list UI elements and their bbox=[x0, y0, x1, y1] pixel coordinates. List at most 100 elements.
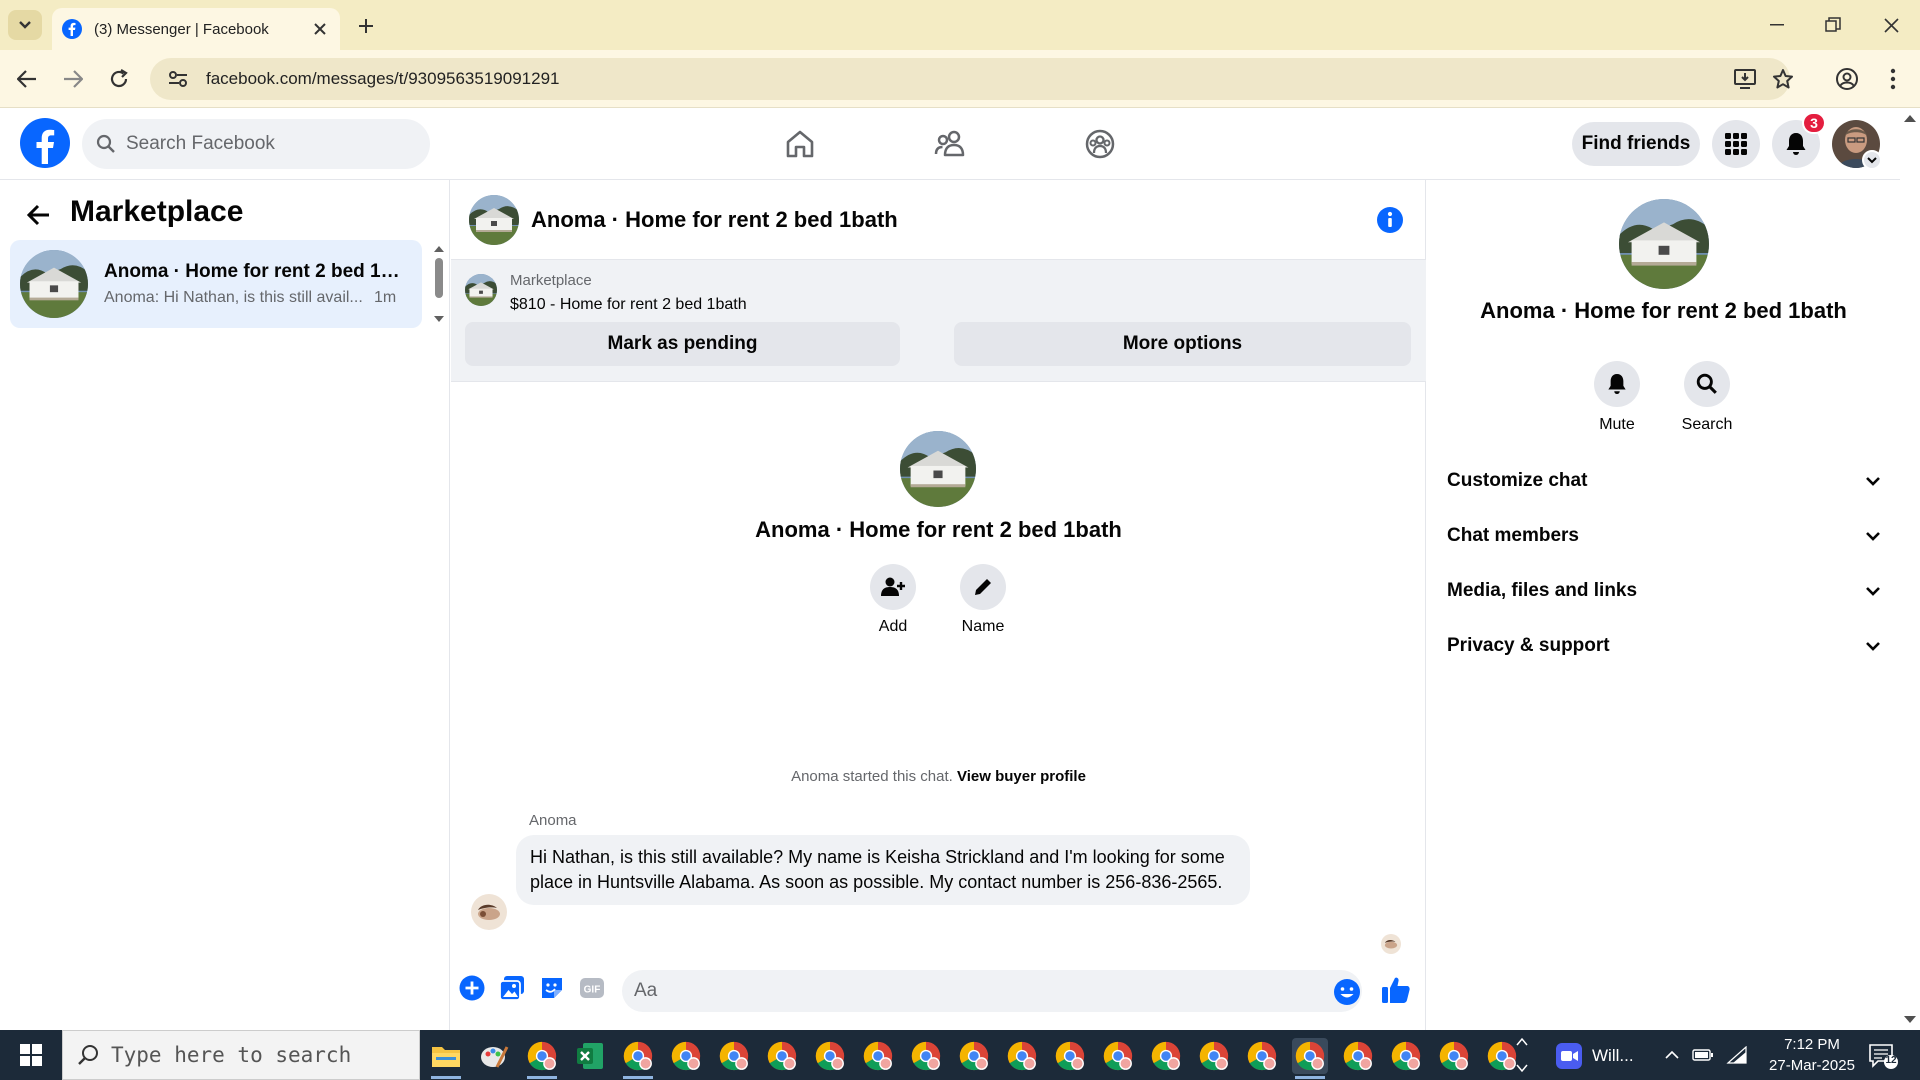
chevron-up-icon[interactable] bbox=[1664, 1050, 1680, 1060]
message-bubble[interactable]: Hi Nathan, is this still available? My n… bbox=[516, 835, 1250, 905]
site-info-button[interactable] bbox=[164, 65, 192, 93]
file-explorer-app[interactable] bbox=[428, 1038, 464, 1074]
close-window-button[interactable] bbox=[1876, 12, 1906, 38]
message-input[interactable] bbox=[622, 970, 1362, 1012]
info-icon[interactable] bbox=[1376, 206, 1404, 234]
row-label: Chat members bbox=[1447, 525, 1579, 546]
battery-icon[interactable] bbox=[1692, 1048, 1714, 1062]
chrome-window-12[interactable] bbox=[1148, 1038, 1184, 1074]
search-in-conversation-button[interactable]: Search bbox=[1667, 361, 1747, 434]
chat-title[interactable]: Anoma · Home for rent 2 bed 1bath bbox=[531, 207, 898, 233]
thumbs-up-icon[interactable] bbox=[1380, 974, 1412, 1006]
action-center-button[interactable]: 12 bbox=[1868, 1042, 1898, 1070]
clock-time: 7:12 PM bbox=[1784, 1036, 1840, 1053]
taskbar-clock[interactable]: 7:12 PM 27-Mar-2025 bbox=[1752, 1034, 1872, 1076]
url-text[interactable]: facebook.com/messages/t/9309563519091291 bbox=[206, 69, 559, 89]
edit-name-button[interactable]: Name bbox=[943, 564, 1023, 636]
taskbar-search[interactable]: Type here to search bbox=[62, 1030, 420, 1080]
view-buyer-profile-link[interactable]: View buyer profile bbox=[957, 768, 1086, 785]
forward-button[interactable] bbox=[58, 64, 88, 94]
profile-button[interactable] bbox=[1832, 64, 1862, 94]
media-files-links-row[interactable]: Media, files and links bbox=[1447, 569, 1881, 613]
chrome-window-9[interactable] bbox=[1004, 1038, 1040, 1074]
nav-home[interactable] bbox=[778, 122, 822, 166]
address-bar[interactable]: facebook.com/messages/t/9309563519091291 bbox=[150, 58, 1793, 100]
details-name: Anoma · Home for rent 2 bed 1bath bbox=[1480, 298, 1847, 323]
nav-groups[interactable] bbox=[1078, 122, 1122, 166]
chrome-window-4[interactable] bbox=[764, 1038, 800, 1074]
wifi-icon[interactable] bbox=[1726, 1046, 1748, 1064]
zoom-taskbar-app[interactable]: Will... bbox=[1556, 1038, 1634, 1074]
chrome-window-15[interactable] bbox=[1340, 1038, 1376, 1074]
row-label: Privacy & support bbox=[1447, 635, 1610, 656]
chrome-window-active[interactable] bbox=[1292, 1038, 1328, 1074]
intro-name: Anoma · Home for rent 2 bed 1bath bbox=[755, 517, 1122, 542]
chevron-down-icon bbox=[1867, 156, 1877, 163]
gif-button[interactable]: GIF bbox=[577, 973, 607, 1003]
page-scrollbar[interactable] bbox=[1900, 108, 1920, 1030]
nav-friends[interactable] bbox=[929, 122, 973, 166]
running-indicator bbox=[1295, 1076, 1325, 1079]
chrome-window-5[interactable] bbox=[812, 1038, 848, 1074]
excel-app[interactable] bbox=[572, 1038, 608, 1074]
chrome-window-3[interactable] bbox=[716, 1038, 752, 1074]
chrome-window-17[interactable] bbox=[1436, 1038, 1472, 1074]
find-friends-button[interactable]: Find friends bbox=[1572, 122, 1700, 166]
more-actions-button[interactable] bbox=[457, 973, 487, 1003]
message-sender-name: Anoma bbox=[529, 812, 577, 829]
tab-search-dropdown[interactable] bbox=[8, 10, 42, 40]
conversation-list-scrollbar[interactable] bbox=[432, 244, 446, 324]
chrome-window-16[interactable] bbox=[1388, 1038, 1424, 1074]
chrome-window-10[interactable] bbox=[1052, 1038, 1088, 1074]
chrome-window-8[interactable] bbox=[956, 1038, 992, 1074]
mute-button[interactable]: Mute bbox=[1577, 361, 1657, 434]
menu-button[interactable] bbox=[1712, 120, 1760, 168]
chat-members-row[interactable]: Chat members bbox=[1447, 514, 1881, 558]
taskbar-scroll-arrows[interactable] bbox=[1515, 1036, 1529, 1074]
listing-thumbnail[interactable] bbox=[465, 274, 497, 306]
start-button[interactable] bbox=[0, 1030, 62, 1080]
sender-avatar[interactable] bbox=[471, 894, 507, 930]
chat-details-pane: Anoma · Home for rent 2 bed 1bath Mute S… bbox=[1427, 180, 1900, 1030]
add-people-button[interactable]: Add bbox=[853, 564, 933, 636]
browser-tab-messenger[interactable]: (3) Messenger | Facebook bbox=[52, 8, 340, 50]
emoji-icon[interactable] bbox=[1333, 978, 1361, 1006]
tab-close-button[interactable] bbox=[310, 19, 330, 39]
install-app-button[interactable] bbox=[1730, 64, 1760, 94]
gif-icon: GIF bbox=[580, 978, 604, 998]
account-caret[interactable] bbox=[1862, 150, 1882, 170]
restore-button[interactable] bbox=[1818, 12, 1848, 38]
conversation-list-item[interactable]: Anoma · Home for rent 2 bed 1b... Anoma:… bbox=[10, 240, 422, 328]
chrome-window-11[interactable] bbox=[1100, 1038, 1136, 1074]
chevron-down-icon bbox=[19, 21, 31, 29]
listing-price-title[interactable]: $810 - Home for rent 2 bed 1bath bbox=[510, 296, 747, 314]
back-button[interactable] bbox=[24, 200, 54, 230]
paint-app[interactable] bbox=[476, 1038, 512, 1074]
browser-menu-button[interactable] bbox=[1878, 64, 1908, 94]
back-button[interactable] bbox=[12, 64, 42, 94]
chrome-window-7[interactable] bbox=[908, 1038, 944, 1074]
facebook-favicon-icon bbox=[62, 19, 82, 39]
privacy-support-row[interactable]: Privacy & support bbox=[1447, 624, 1881, 668]
bookmark-button[interactable] bbox=[1768, 64, 1798, 94]
marketplace-listing-banner: Marketplace $810 - Home for rent 2 bed 1… bbox=[451, 260, 1426, 382]
new-tab-button[interactable] bbox=[352, 12, 380, 40]
add-label: Add bbox=[878, 618, 908, 635]
chat-header-avatar[interactable] bbox=[469, 195, 519, 245]
mark-as-pending-button[interactable]: Mark as pending bbox=[465, 322, 900, 366]
chrome-window-14[interactable] bbox=[1244, 1038, 1280, 1074]
facebook-logo-icon[interactable] bbox=[20, 118, 70, 168]
sticker-button[interactable] bbox=[537, 973, 567, 1003]
more-options-button[interactable]: More options bbox=[954, 322, 1411, 366]
facebook-search[interactable] bbox=[82, 119, 430, 169]
chrome-window-2[interactable] bbox=[668, 1038, 704, 1074]
reload-button[interactable] bbox=[104, 64, 134, 94]
attach-photo-button[interactable] bbox=[497, 973, 527, 1003]
customize-chat-row[interactable]: Customize chat bbox=[1447, 459, 1881, 503]
chrome-window-6[interactable] bbox=[860, 1038, 896, 1074]
chrome-app[interactable] bbox=[524, 1038, 560, 1074]
chrome-window-1[interactable] bbox=[620, 1038, 656, 1074]
search-input[interactable] bbox=[126, 133, 406, 155]
chrome-window-13[interactable] bbox=[1196, 1038, 1232, 1074]
minimize-button[interactable] bbox=[1762, 12, 1792, 38]
